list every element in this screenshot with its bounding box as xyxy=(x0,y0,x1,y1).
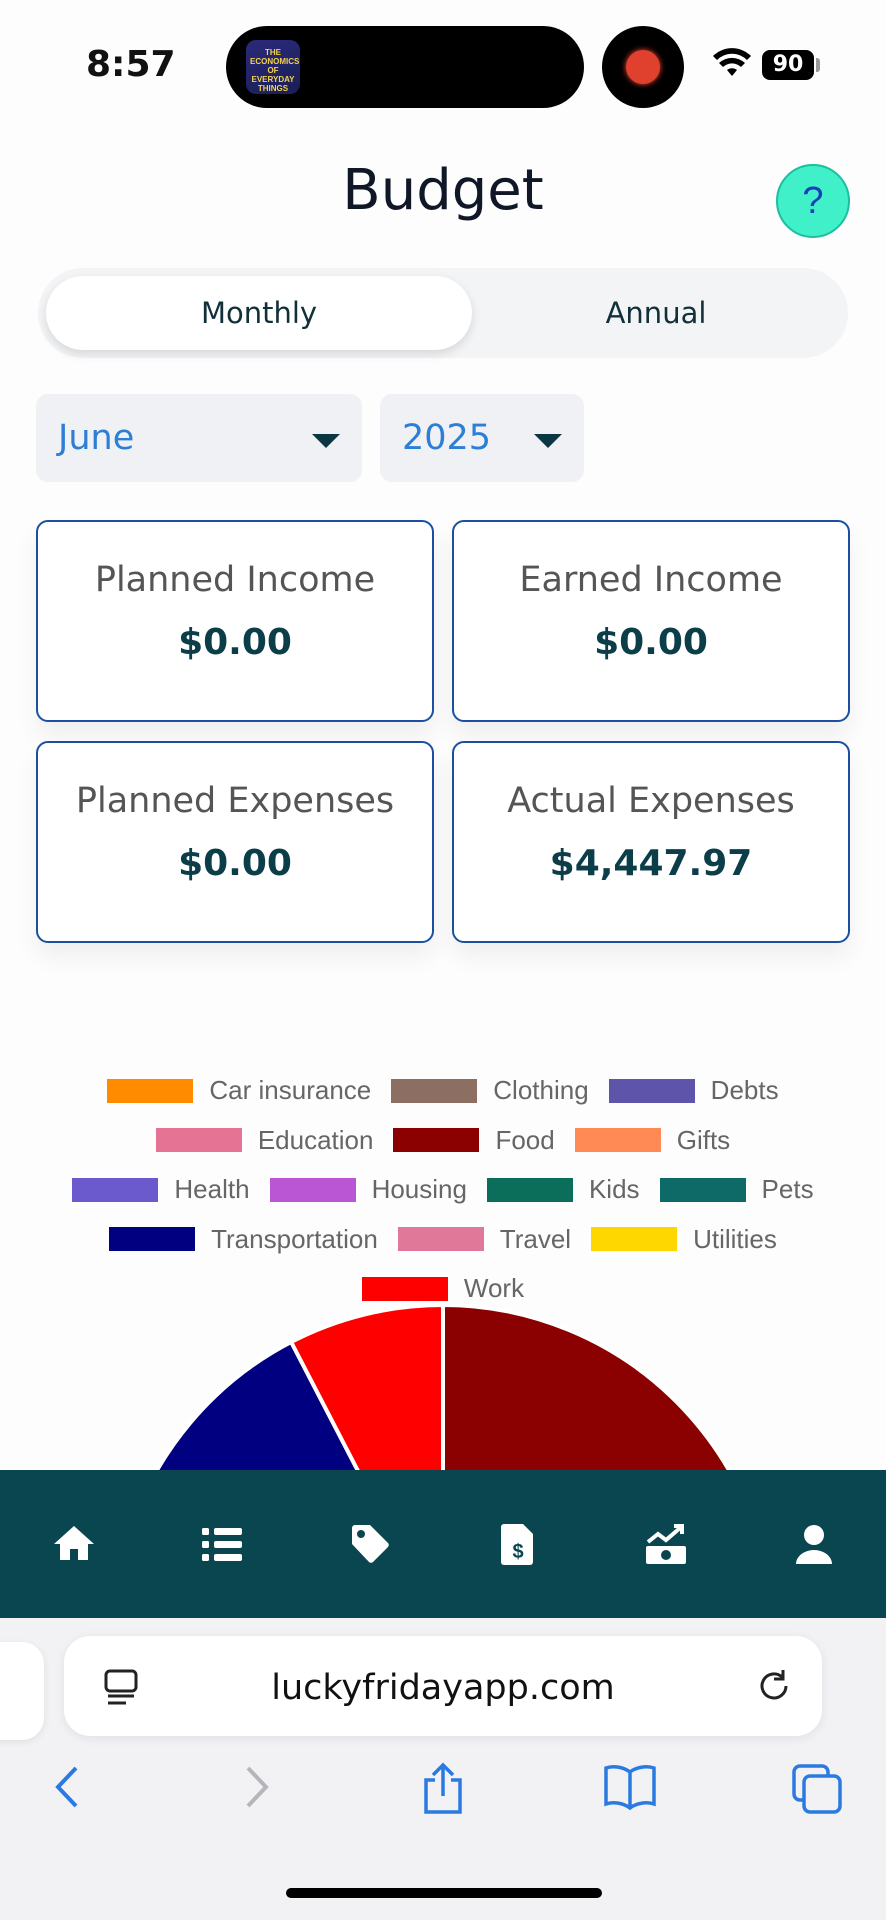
card-value: $0.00 xyxy=(178,622,292,663)
legend-item[interactable]: Car insurance xyxy=(107,1075,371,1106)
legend-item[interactable]: Health xyxy=(72,1174,250,1205)
share-icon[interactable] xyxy=(418,1762,468,1816)
legend-item[interactable]: Food xyxy=(393,1124,555,1156)
bookmarks-icon[interactable] xyxy=(602,1762,658,1812)
legend-label: Transportation xyxy=(211,1223,378,1254)
card-value: $0.00 xyxy=(178,843,292,884)
legend-item[interactable]: Kids xyxy=(486,1174,640,1205)
legend-label: Health xyxy=(174,1174,250,1205)
user-icon[interactable] xyxy=(790,1520,838,1568)
help-button[interactable]: ? xyxy=(776,164,850,238)
home-indicator xyxy=(286,1888,602,1898)
legend-swatch xyxy=(109,1227,196,1252)
legend-swatch xyxy=(486,1177,573,1202)
legend-item[interactable]: Pets xyxy=(659,1174,814,1205)
legend-row: Transportation Travel Utilities xyxy=(30,1215,856,1265)
forward-icon[interactable] xyxy=(240,1762,274,1812)
legend-row: Education Food Gifts xyxy=(30,1116,856,1166)
legend-swatch xyxy=(269,1177,356,1202)
card-label: Planned Income xyxy=(94,560,376,600)
legend-item[interactable]: Utilities xyxy=(591,1224,777,1255)
legend-swatch xyxy=(608,1078,695,1103)
thumbnail-text: THE ECONOMICS OF EVERYDAY THINGS xyxy=(250,48,300,93)
reload-icon[interactable] xyxy=(754,1666,794,1706)
status-bar: 8:57 THE ECONOMICS OF EVERYDAY THINGS 90 xyxy=(0,0,886,120)
previous-tab-preview[interactable] xyxy=(0,1642,44,1740)
legend-swatch xyxy=(591,1227,678,1252)
legend-item[interactable]: Housing xyxy=(269,1174,467,1205)
legend-label: Housing xyxy=(371,1174,467,1205)
legend-swatch xyxy=(659,1177,746,1202)
legend-label: Education xyxy=(257,1124,374,1155)
pie-svg xyxy=(155,1302,773,1470)
dynamic-island: THE ECONOMICS OF EVERYDAY THINGS xyxy=(226,26,584,108)
legend-item[interactable]: Travel xyxy=(397,1223,572,1255)
legend-swatch xyxy=(393,1128,480,1153)
caret-down-icon xyxy=(534,434,562,448)
card-label: Earned Income xyxy=(519,560,783,600)
card-earned-income: Earned Income $0.00 xyxy=(452,520,850,722)
tabs-icon[interactable] xyxy=(790,1762,844,1816)
url-text: luckyfridayapp.com xyxy=(271,1668,615,1708)
legend-label: Utilities xyxy=(693,1223,777,1254)
legend-label: Clothing xyxy=(493,1075,589,1106)
year-select[interactable]: 2025 xyxy=(380,394,584,482)
back-icon[interactable] xyxy=(50,1762,84,1812)
legend-item[interactable]: Education xyxy=(155,1124,374,1156)
legend-label: Pets xyxy=(761,1174,814,1205)
app-bottom-nav: $ xyxy=(0,1470,886,1618)
legend-swatch xyxy=(397,1227,484,1252)
legend-swatch xyxy=(107,1078,194,1103)
expense-pie-chart xyxy=(0,1290,886,1470)
card-actual-expenses: Actual Expenses $4,447.97 xyxy=(452,741,850,943)
legend-item[interactable]: Transportation xyxy=(109,1224,378,1255)
clock: 8:57 xyxy=(86,44,176,85)
legend-swatch xyxy=(155,1128,242,1153)
card-value: $4,447.97 xyxy=(549,843,753,884)
legend-label: Gifts xyxy=(676,1124,731,1155)
legend-label: Car insurance xyxy=(209,1075,372,1106)
pie-slice-food[interactable] xyxy=(398,1302,773,1470)
year-select-value: 2025 xyxy=(402,418,492,458)
legend-swatch xyxy=(574,1128,661,1153)
legend-label: Kids xyxy=(588,1174,640,1205)
cash-growth-icon[interactable] xyxy=(642,1520,690,1568)
battery-indicator: 90 xyxy=(762,50,814,80)
page-title: Budget xyxy=(342,158,544,223)
legend-label: Food xyxy=(495,1124,555,1155)
tab-annual[interactable]: Annual xyxy=(472,276,840,350)
month-select-value: June xyxy=(58,418,135,458)
legend-item[interactable]: Clothing xyxy=(391,1075,589,1106)
legend-row: Health Housing Kids Pets xyxy=(30,1165,856,1215)
battery-nub xyxy=(816,58,820,72)
caret-down-icon xyxy=(312,434,340,448)
legend-label: Travel xyxy=(499,1223,572,1254)
now-playing-thumbnail: THE ECONOMICS OF EVERYDAY THINGS xyxy=(246,40,300,94)
record-dot-icon xyxy=(626,50,660,84)
wifi-icon xyxy=(713,48,751,76)
legend-item[interactable]: Gifts xyxy=(574,1124,731,1156)
tab-monthly[interactable]: Monthly xyxy=(46,276,472,350)
card-label: Planned Expenses xyxy=(75,781,395,821)
recording-indicator xyxy=(602,26,684,108)
list-icon[interactable] xyxy=(198,1520,246,1568)
card-planned-income: Planned Income $0.00 xyxy=(36,520,434,722)
legend-swatch xyxy=(391,1078,478,1103)
legend-item[interactable]: Debts xyxy=(608,1075,779,1106)
legend-label: Debts xyxy=(710,1075,779,1106)
legend-row: Car insurance Clothing Debts xyxy=(30,1066,856,1116)
card-planned-expenses: Planned Expenses $0.00 xyxy=(36,741,434,943)
address-bar[interactable]: luckyfridayapp.com xyxy=(64,1636,822,1736)
card-label: Actual Expenses xyxy=(507,781,795,821)
tag-icon[interactable] xyxy=(346,1520,394,1568)
month-select[interactable]: June xyxy=(36,394,362,482)
chart-legend: Car insurance Clothing Debts Education Food G… xyxy=(30,1066,856,1314)
home-icon[interactable] xyxy=(50,1520,98,1568)
browser-toolbar: luckyfridayapp.com xyxy=(0,1618,886,1920)
view-toggle: Monthly Annual xyxy=(38,268,848,358)
svg-text:$: $ xyxy=(512,1541,523,1563)
invoice-icon[interactable]: $ xyxy=(494,1520,542,1568)
legend-swatch xyxy=(72,1177,159,1202)
card-value: $0.00 xyxy=(594,622,708,663)
